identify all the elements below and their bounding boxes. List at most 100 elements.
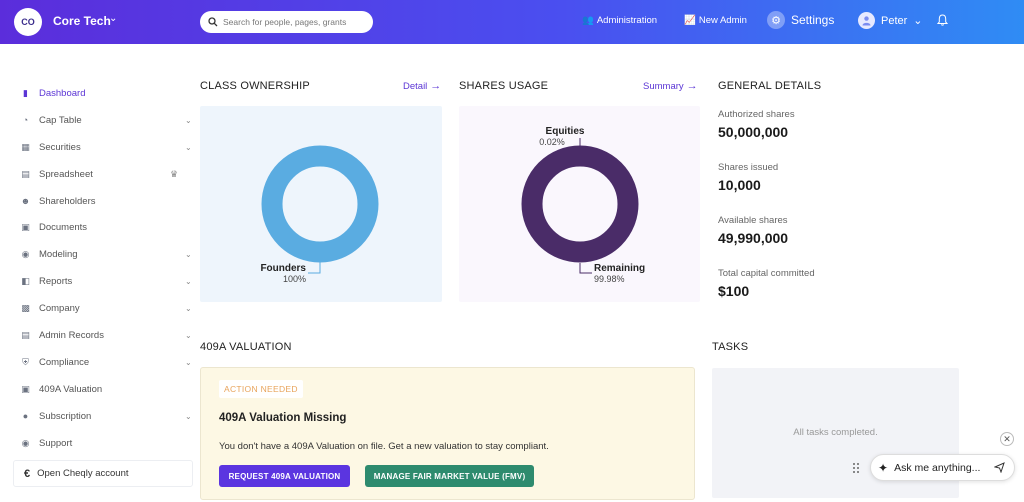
action-needed-badge: ACTION NEEDED xyxy=(219,380,303,398)
shares-issued-value: 10,000 xyxy=(718,177,761,193)
settings-label: Settings xyxy=(791,13,835,27)
administration-link[interactable]: 👥 Administration xyxy=(582,15,657,26)
sidebar-item-securities[interactable]: ▦ Securities ⌄ xyxy=(0,134,200,161)
shares-usage-title: SHARES USAGE xyxy=(459,80,549,92)
chevron-down-icon: ⌄ xyxy=(185,142,192,152)
sidebar-item-label: Spreadsheet xyxy=(39,168,93,180)
user-name: Peter xyxy=(881,14,908,27)
valuation-card: ACTION NEEDED 409A Valuation Missing You… xyxy=(200,367,695,500)
send-icon[interactable] xyxy=(993,462,1005,476)
sidebar-item-documents[interactable]: ▣ Documents xyxy=(0,214,200,241)
sidebar-item-label: Admin Records xyxy=(39,329,104,341)
sidebar-item-subscription[interactable]: ● Subscription ⌄ xyxy=(0,403,200,430)
dollar-icon: ● xyxy=(22,411,29,422)
cheqly-label: Open Cheqly account xyxy=(37,468,129,479)
cheqly-logo-icon: € xyxy=(24,467,31,480)
sidebar-item-shareholders[interactable]: ☻ Shareholders xyxy=(0,188,200,215)
sidebar-item-reports[interactable]: ◧ Reports ⌄ xyxy=(0,268,200,295)
sidebar-item-spreadsheet[interactable]: ▤ Spreadsheet ♛ xyxy=(0,161,200,188)
chevron-down-icon: ⌄ xyxy=(185,277,192,287)
ask-placeholder[interactable]: Ask me anything... xyxy=(894,462,980,474)
arrow-right-icon: → xyxy=(686,80,698,92)
crown-icon: ♛ xyxy=(170,168,179,179)
sidebar-item-support[interactable]: ◉ Support xyxy=(0,430,200,457)
detail-link[interactable]: Detail → xyxy=(403,80,441,92)
close-icon[interactable]: ✕ xyxy=(1000,432,1014,446)
sidebar-item-company[interactable]: ▩ Company ⌄ xyxy=(0,295,200,322)
founders-slice[interactable] xyxy=(261,145,379,263)
admin-users-icon: 👥 xyxy=(582,15,594,26)
sidebar-item-admin-records[interactable]: ▤ Admin Records ⌄ xyxy=(0,322,200,349)
folder-icon: ▣ xyxy=(21,222,30,233)
summary-link[interactable]: Summary → xyxy=(643,80,698,92)
sidebar-item-409a-valuation[interactable]: ▣ 409A Valuation xyxy=(0,376,200,403)
user-icon: ☻ xyxy=(20,196,31,206)
sidebar-item-dashboard[interactable]: ▮ Dashboard xyxy=(0,80,200,107)
settings-link[interactable]: ⚙ Settings xyxy=(767,11,834,29)
general-details-title: GENERAL DETAILS xyxy=(718,80,822,92)
sidebar-item-label: Reports xyxy=(39,276,73,288)
valuation-section-title: 409A VALUATION xyxy=(200,341,292,353)
top-bar: CO Core Tech ⌄ 👥 Administration 📈 New Ad… xyxy=(0,0,1024,44)
chevron-down-icon: ⌄ xyxy=(185,115,192,125)
bell-icon[interactable] xyxy=(936,14,949,29)
class-ownership-title: CLASS OWNERSHIP xyxy=(200,80,310,92)
sidebar-item-label: Shareholders xyxy=(39,195,96,207)
shares-issued-label: Shares issued xyxy=(718,162,779,173)
chat-icon: ◉ xyxy=(21,437,30,448)
new-admin-label: New Admin xyxy=(698,15,747,26)
chevron-down-icon: ⌄ xyxy=(913,15,923,27)
founders-value: 100% xyxy=(283,274,306,284)
remaining-label: Remaining xyxy=(594,263,645,274)
building-icon: ▩ xyxy=(21,303,30,314)
total-capital-value: $100 xyxy=(718,283,750,299)
drag-handle-icon[interactable] xyxy=(852,462,860,474)
chart-icon: 📈 xyxy=(684,15,696,26)
search-bar[interactable] xyxy=(200,11,373,33)
sparkle-icon: ✦ xyxy=(878,460,889,475)
detail-link-label: Detail xyxy=(403,80,428,92)
arrow-right-icon: → xyxy=(430,80,442,92)
tasks-title: TASKS xyxy=(712,341,749,353)
search-icon xyxy=(208,17,218,27)
sidebar-item-label: Cap Table xyxy=(39,114,82,126)
ask-assistant-bar[interactable]: ✦ Ask me anything... xyxy=(870,454,1015,481)
org-name[interactable]: Core Tech xyxy=(53,14,111,28)
authorized-shares-value: 50,000,000 xyxy=(718,124,789,140)
chevron-down-icon: ⌄ xyxy=(185,330,192,340)
records-icon: ▤ xyxy=(21,329,30,340)
pie-icon: ◔ xyxy=(22,115,29,126)
sidebar-item-label: Securities xyxy=(39,141,81,153)
gear-icon: ⚙ xyxy=(767,11,785,29)
total-capital-label: Total capital committed xyxy=(718,268,815,279)
remaining-slice[interactable] xyxy=(521,145,639,263)
chevron-down-icon: ⌄ xyxy=(185,357,192,367)
chevron-down-icon: ⌄ xyxy=(185,304,192,314)
class-ownership-svg: Founders 100% xyxy=(260,145,379,284)
remaining-leader-line xyxy=(579,263,592,274)
chevron-down-icon: ⌄ xyxy=(185,250,192,260)
shares-usage-chart: Equities 0.02% Remaining 99.98% xyxy=(459,106,700,302)
new-admin-link[interactable]: 📈 New Admin xyxy=(684,15,747,26)
sidebar-item-label: Compliance xyxy=(39,356,90,368)
request-409a-valuation-button[interactable]: REQUEST 409A VALUATION xyxy=(219,465,350,487)
equities-label: Equities xyxy=(546,126,585,137)
sidebar-item-modeling[interactable]: ◉ Modeling ⌄ xyxy=(0,241,200,268)
sidebar-item-compliance[interactable]: ⛨ Compliance ⌄ xyxy=(0,349,200,376)
avatar xyxy=(858,12,875,29)
remaining-value: 99.98% xyxy=(594,274,625,284)
org-logo[interactable]: CO xyxy=(14,8,42,36)
search-input[interactable] xyxy=(223,17,363,27)
chevron-down-icon[interactable]: ⌄ xyxy=(109,13,117,24)
sidebar-item-cap-table[interactable]: ◔ Cap Table ⌄ xyxy=(0,107,200,134)
manage-fmv-button[interactable]: MANAGE FAIR MARKET VALUE (FMV) xyxy=(365,465,534,487)
person-icon xyxy=(862,16,871,26)
sidebar-item-label: 409A Valuation xyxy=(39,383,103,395)
shares-usage-svg: Equities 0.02% Remaining 99.98% xyxy=(521,126,645,284)
bulb-icon: ◉ xyxy=(21,249,30,260)
open-cheqly-account-button[interactable]: € Open Cheqly account xyxy=(13,460,193,487)
available-shares-value: 49,990,000 xyxy=(718,230,789,246)
authorized-shares-label: Authorized shares xyxy=(718,109,795,120)
founders-label: Founders xyxy=(260,263,306,274)
user-menu[interactable]: Peter ⌄ xyxy=(858,12,923,29)
